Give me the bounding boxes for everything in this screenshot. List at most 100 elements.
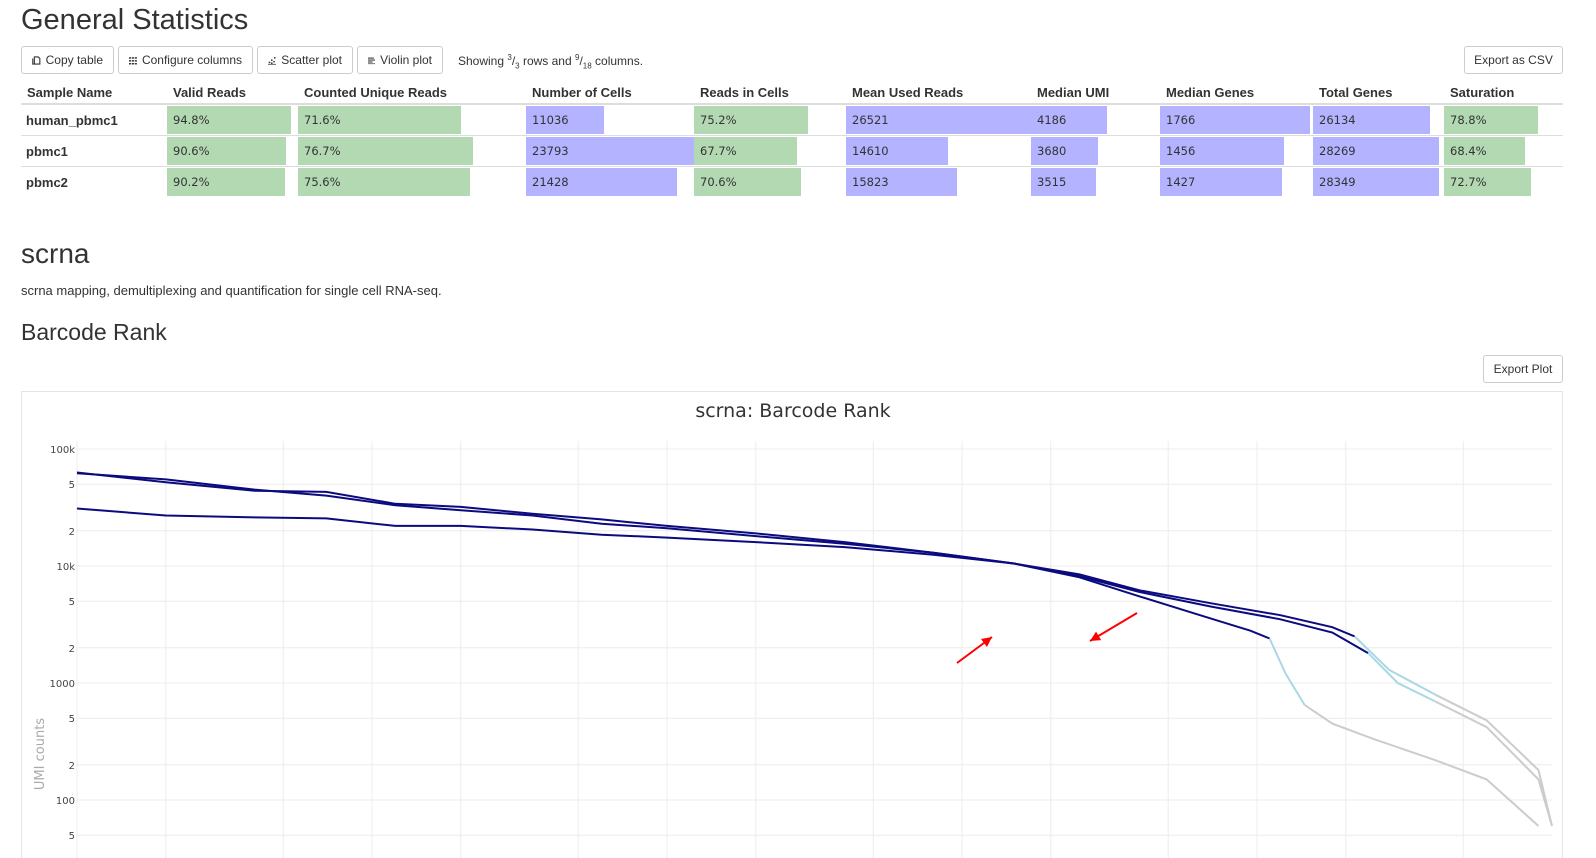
- table-cell: 94.8%: [167, 103, 298, 136]
- table-cell: 72.7%: [1444, 166, 1563, 197]
- barcode-rank-heading: Barcode Rank: [21, 319, 167, 345]
- table-cell: 75.6%: [298, 166, 526, 197]
- table-cell: 28349: [1313, 166, 1444, 197]
- table-cell: 26134: [1313, 103, 1444, 136]
- y-tick-label: 10k: [56, 562, 75, 573]
- arrow-annotation-right: [1089, 612, 1138, 642]
- grid-icon: [129, 56, 137, 64]
- y-tick-label: 5: [69, 597, 75, 608]
- column-header-number-of-cells[interactable]: Number of Cells: [526, 81, 694, 105]
- table-cell: 28269: [1313, 135, 1444, 167]
- cell-value: 75.2%: [700, 113, 737, 127]
- series-line-empty: [1434, 700, 1553, 827]
- y-tick-label: 2: [69, 644, 75, 655]
- barcode-rank-chart: 100k 5 2 10k 5 2 1000 5 2 100 5 scrna: Barcode Ran…: [33, 400, 1553, 858]
- violin-plot-label: Violin plot: [380, 53, 432, 67]
- configure-columns-label: Configure columns: [141, 53, 242, 67]
- table-cell: 3680: [1031, 135, 1160, 167]
- chart-series: [76, 471, 1553, 827]
- export-plot-button[interactable]: Export Plot: [1483, 355, 1563, 383]
- column-header-saturation[interactable]: Saturation: [1444, 81, 1563, 105]
- cols-total: 18: [582, 61, 592, 71]
- showing-prefix: Showing: [458, 54, 508, 68]
- table-cell: 71.6%: [298, 103, 526, 136]
- table-cell: 14610: [846, 135, 1031, 167]
- section-description: scrna mapping, demultiplexing and quanti…: [21, 283, 442, 298]
- table-cell: 21428: [526, 166, 694, 197]
- cell-value: 71.6%: [304, 113, 341, 127]
- showing-mid: rows and: [519, 54, 575, 68]
- cell-value: 21428: [532, 175, 569, 189]
- series-line-empty: [1434, 693, 1553, 827]
- table-cell: 67.7%: [694, 135, 846, 167]
- sample-name: pbmc1: [21, 135, 167, 167]
- cell-value: 1766: [1166, 113, 1196, 127]
- table-header-row: Sample Name Valid Reads Counted Unique Rea…: [21, 81, 1563, 105]
- cell-value: 14610: [852, 144, 889, 158]
- table-toolbar: Copy table Configure columns Scatter plo…: [21, 46, 1563, 76]
- cell-value: 70.6%: [700, 175, 737, 189]
- sample-name: human_pbmc1: [21, 103, 167, 136]
- cell-value: 26521: [852, 113, 889, 127]
- column-header-reads-in-cells[interactable]: Reads in Cells: [694, 81, 846, 105]
- section-title: scrna: [21, 238, 90, 269]
- table-cell: 78.8%: [1444, 103, 1563, 136]
- showing-count: Showing 3/3 rows and 9/18 columns.: [458, 53, 644, 71]
- copy-table-button[interactable]: Copy table: [21, 46, 114, 74]
- table-row: human_pbmc1 94.8% 71.6% 11036 75.2% 26521 4186…: [21, 103, 1563, 136]
- column-header-sample-name[interactable]: Sample Name: [21, 81, 167, 105]
- y-tick-label: 1000: [50, 679, 75, 690]
- chart-annotations: [956, 612, 1138, 664]
- general-statistics-title: General Statistics: [21, 4, 249, 36]
- general-stats-table: Sample Name Valid Reads Counted Unique Rea…: [21, 81, 1563, 197]
- series-line-cells: [76, 472, 1270, 640]
- configure-columns-button[interactable]: Configure columns: [118, 46, 253, 74]
- column-header-valid-reads[interactable]: Valid Reads: [167, 81, 298, 105]
- cell-value: 28349: [1319, 175, 1356, 189]
- series-line-background: [1353, 635, 1436, 696]
- cell-value: 1456: [1166, 144, 1196, 158]
- export-csv-button[interactable]: Export as CSV: [1464, 46, 1563, 74]
- column-header-counted-unique-reads[interactable]: Counted Unique Reads: [298, 81, 526, 105]
- series-line-background: [1268, 638, 1306, 706]
- table-cell: 1427: [1160, 166, 1313, 197]
- cell-value: 3515: [1037, 175, 1067, 189]
- cell-value: 72.7%: [1450, 175, 1487, 189]
- chart-title: scrna: Barcode Rank: [695, 400, 890, 422]
- table-cell: 1766: [1160, 103, 1313, 136]
- barcode-rank-plot[interactable]: 100k 5 2 10k 5 2 1000 5 2 100 5 scrna: Barcode Ran…: [21, 391, 1563, 858]
- table-row: pbmc2 90.2% 75.6% 21428 70.6% 15823 3515 1427 28…: [21, 166, 1563, 197]
- cell-value: 90.6%: [173, 144, 210, 158]
- y-tick-label: 2: [69, 761, 75, 772]
- y-tick-label: 5: [69, 714, 75, 725]
- violin-plot-button[interactable]: Violin plot: [357, 46, 443, 74]
- export-csv-label: Export as CSV: [1474, 53, 1553, 67]
- cell-value: 3680: [1037, 144, 1067, 158]
- cell-value: 1427: [1166, 175, 1196, 189]
- column-header-median-umi[interactable]: Median UMI: [1031, 81, 1160, 105]
- table-cell: 90.2%: [167, 166, 298, 197]
- chart-grid: [76, 441, 1552, 858]
- scatter-icon: [268, 56, 277, 65]
- cell-value: 94.8%: [173, 113, 210, 127]
- scatter-plot-label: Scatter plot: [281, 53, 342, 67]
- column-header-total-genes[interactable]: Total Genes: [1313, 81, 1444, 105]
- cell-value: 90.2%: [173, 175, 210, 189]
- rows-shown: 3: [507, 53, 512, 62]
- scatter-plot-button[interactable]: Scatter plot: [257, 46, 353, 74]
- table-cell: 75.2%: [694, 103, 846, 136]
- cell-value: 15823: [852, 175, 889, 189]
- y-axis-label: UMI counts: [33, 718, 48, 790]
- column-header-mean-used-reads[interactable]: Mean Used Reads: [846, 81, 1031, 105]
- table-cell: 1456: [1160, 135, 1313, 167]
- table-cell: 68.4%: [1444, 135, 1563, 167]
- cols-shown: 9: [574, 53, 580, 62]
- export-plot-label: Export Plot: [1493, 362, 1553, 376]
- column-header-median-genes[interactable]: Median Genes: [1160, 81, 1313, 105]
- cell-value: 78.8%: [1450, 113, 1487, 127]
- cell-value: 11036: [532, 113, 569, 127]
- series-line-cells: [76, 507, 1355, 638]
- y-tick-label: 2: [69, 527, 75, 538]
- cell-value: 4186: [1037, 113, 1067, 127]
- cell-value: 76.7%: [304, 144, 341, 158]
